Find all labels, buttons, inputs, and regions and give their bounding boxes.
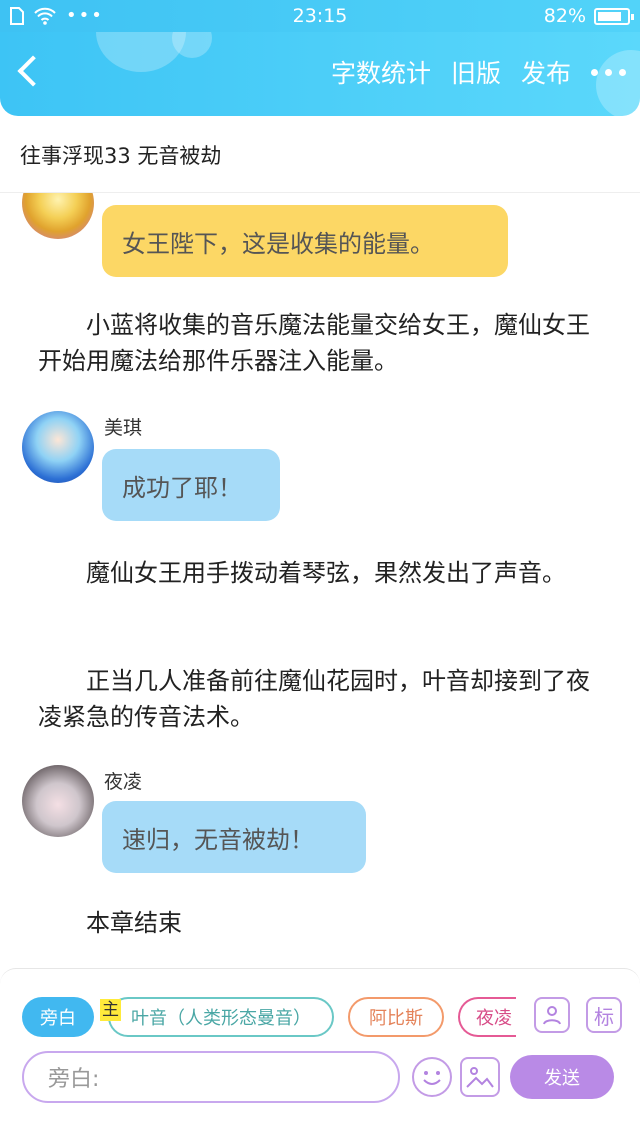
speaker-name: 美琪: [104, 417, 143, 439]
narration-text: 正当几人准备前往魔仙花园时，叶音却接到了夜凌紧急的传音法术。: [38, 667, 590, 731]
publish-button[interactable]: 发布: [521, 54, 571, 90]
role-chip-abis[interactable]: 阿比斯: [348, 997, 444, 1037]
story-content: 女王陛下，这是收集的能量。 小蓝将收集的音乐魔法能量交给女王，魔仙女王开始用魔法…: [0, 193, 640, 968]
narration-text: 魔仙女王用手拨动着琴弦，果然发出了声音。: [86, 559, 566, 587]
speaker-name: 夜凌: [104, 771, 143, 793]
message-input[interactable]: 旁白:: [22, 1051, 400, 1103]
narration-text: 小蓝将收集的音乐魔法能量交给女王，魔仙女王开始用魔法给那件乐器注入能量。: [38, 311, 590, 375]
header-actions: 字数统计 旧版 发布: [331, 54, 626, 90]
app-header: 字数统计 旧版 发布: [0, 32, 640, 116]
role-chip-yeling[interactable]: 夜凌: [458, 997, 516, 1037]
emoji-icon[interactable]: [412, 1057, 452, 1097]
main-role-badge: 主: [100, 999, 121, 1021]
image-icon[interactable]: [460, 1057, 500, 1097]
send-button[interactable]: 发送: [510, 1055, 614, 1099]
role-manage-icon[interactable]: [534, 997, 570, 1033]
avatar[interactable]: [22, 411, 94, 483]
more-icon[interactable]: [591, 68, 626, 76]
old-version-button[interactable]: 旧版: [451, 54, 501, 90]
avatar[interactable]: [22, 193, 94, 239]
narration-text: 本章结束: [86, 909, 182, 937]
message-bubble[interactable]: 速归，无音被劫！: [102, 801, 366, 873]
battery-fill: [598, 11, 621, 21]
battery-status: 82%: [543, 5, 634, 27]
role-chip-yeyin[interactable]: 叶音（人类形态曼音）: [108, 997, 334, 1037]
battery-icon: [594, 7, 634, 25]
message-bubble[interactable]: 女王陛下，这是收集的能量。: [102, 205, 508, 277]
status-bar: ••• 23:15 82%: [0, 0, 640, 32]
mark-button[interactable]: 标: [586, 997, 622, 1033]
back-icon[interactable]: [17, 55, 49, 87]
person-icon: [543, 1006, 561, 1025]
role-chip-narrator[interactable]: 旁白: [22, 997, 94, 1037]
battery-percent: 82%: [543, 5, 586, 27]
message-bubble[interactable]: 成功了耶！: [102, 449, 280, 521]
word-count-button[interactable]: 字数统计: [331, 54, 431, 90]
editor-toolbar: 旁白 叶音（人类形态曼音） 主 阿比斯 夜凌 标 旁白: 发送: [0, 968, 640, 1138]
avatar[interactable]: [22, 765, 94, 837]
chapter-title: 往事浮现33 无音被劫: [20, 144, 222, 168]
